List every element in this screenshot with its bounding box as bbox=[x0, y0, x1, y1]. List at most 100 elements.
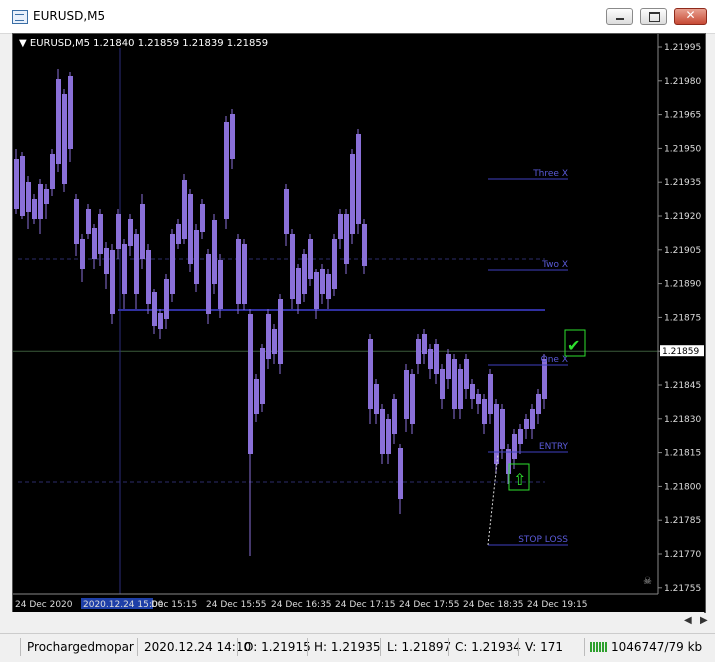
candle-body bbox=[98, 214, 103, 254]
candle-body bbox=[482, 399, 487, 424]
buy-arrow-icon: ⇧ bbox=[513, 470, 526, 489]
candle-body bbox=[62, 94, 67, 184]
scroll-right-icon[interactable]: ▶ bbox=[700, 615, 708, 626]
status-open: O: 1.21915 bbox=[237, 638, 311, 656]
candle-body bbox=[344, 214, 349, 264]
candle-body bbox=[404, 370, 409, 419]
minimize-icon bbox=[616, 18, 624, 20]
candle-body bbox=[284, 189, 289, 234]
status-traffic: 1046747/79 kb bbox=[584, 638, 703, 656]
status-profile: Prochargedmopar bbox=[20, 638, 137, 656]
candle-body bbox=[248, 314, 253, 454]
candle-body bbox=[158, 313, 163, 329]
candle-body bbox=[368, 339, 373, 409]
price-tick-label: 1.21980 bbox=[664, 77, 701, 87]
candle-body bbox=[380, 409, 385, 454]
status-traffic-text: 1046747/79 kb bbox=[611, 640, 703, 654]
candle-body bbox=[434, 344, 439, 374]
candle-body bbox=[374, 384, 379, 414]
candle-body bbox=[422, 334, 427, 354]
target-level-label: Two X bbox=[541, 260, 568, 270]
price-tick-label: 1.21830 bbox=[664, 415, 701, 425]
candle-body bbox=[536, 394, 541, 414]
candle-body bbox=[230, 114, 235, 159]
candle-body bbox=[20, 156, 25, 216]
time-tick-label: 24 Dec 16:35 bbox=[271, 600, 332, 610]
candle-body bbox=[242, 244, 247, 304]
candle-body bbox=[476, 394, 481, 404]
status-high: H: 1.21935 bbox=[307, 638, 381, 656]
candle-body bbox=[356, 134, 361, 224]
candle-body bbox=[14, 159, 19, 209]
candle-body bbox=[290, 234, 295, 299]
price-tick-label: 1.21785 bbox=[664, 516, 701, 526]
price-tick-label: 1.21845 bbox=[664, 381, 701, 391]
candle-body bbox=[164, 279, 169, 319]
close-button[interactable]: ✕ bbox=[674, 8, 707, 25]
candle-body bbox=[470, 384, 475, 399]
status-bar: Prochargedmopar 2020.12.24 14:10 O: 1.21… bbox=[0, 633, 715, 662]
candle-body bbox=[44, 189, 49, 204]
candle-body bbox=[278, 299, 283, 364]
candle-body bbox=[170, 234, 175, 294]
scroll-left-icon[interactable]: ◀ bbox=[684, 615, 692, 626]
price-tick-label: 1.21770 bbox=[664, 550, 701, 560]
candle-body bbox=[272, 329, 277, 354]
candle-body bbox=[332, 239, 337, 289]
candle-body bbox=[320, 269, 325, 294]
candle-body bbox=[134, 234, 139, 294]
candle-body bbox=[212, 220, 217, 284]
candle-body bbox=[512, 434, 517, 459]
candle-body bbox=[326, 274, 331, 299]
candle-body bbox=[110, 250, 115, 314]
status-low: L: 1.21897 bbox=[380, 638, 451, 656]
candle-body bbox=[74, 199, 79, 244]
candle-body bbox=[260, 348, 265, 404]
maximize-button[interactable] bbox=[640, 8, 667, 25]
candle-body bbox=[446, 354, 451, 379]
price-chart[interactable]: Three X Two X One X ENTRY STOP LOSS ⇧ ✔ ☠ 1.21… bbox=[13, 34, 705, 612]
target-level-label: Three X bbox=[532, 169, 568, 179]
price-tick-label: 1.21815 bbox=[664, 449, 701, 459]
candle-body bbox=[128, 219, 133, 246]
maximize-icon bbox=[649, 12, 660, 22]
candle-body bbox=[26, 182, 31, 212]
candle-body bbox=[206, 254, 211, 314]
close-icon: ✕ bbox=[685, 8, 696, 22]
candle-body bbox=[464, 359, 469, 389]
minimize-button[interactable] bbox=[606, 8, 633, 25]
candle-body bbox=[350, 154, 355, 234]
candle-body bbox=[122, 244, 127, 294]
candle-body bbox=[500, 409, 505, 449]
candle-body bbox=[200, 204, 205, 232]
chart-area[interactable]: Three X Two X One X ENTRY STOP LOSS ⇧ ✔ ☠ 1.21… bbox=[12, 33, 706, 613]
current-price-label: 1.21859 bbox=[662, 347, 699, 357]
candle-body bbox=[236, 239, 241, 304]
price-tick-label: 1.21920 bbox=[664, 212, 701, 222]
candle-body bbox=[218, 260, 223, 309]
candle-body bbox=[86, 209, 91, 234]
candle-body bbox=[254, 379, 259, 414]
horizontal-scrollbar[interactable]: ◀ ▶ bbox=[12, 612, 708, 632]
candle-body bbox=[494, 404, 499, 464]
candle-body bbox=[392, 399, 397, 434]
candle-body bbox=[50, 154, 55, 189]
candle-body bbox=[140, 204, 145, 259]
price-tick-label: 1.21965 bbox=[664, 111, 701, 121]
window-title: EURUSD,M5 bbox=[33, 9, 106, 23]
candle-body bbox=[308, 239, 313, 279]
candle-body bbox=[116, 214, 121, 249]
candle-body bbox=[176, 224, 181, 244]
expert-advisor-icon: ☠ bbox=[643, 576, 652, 587]
connection-status-icon bbox=[590, 642, 608, 652]
candle-body bbox=[410, 374, 415, 424]
candle-body bbox=[224, 122, 229, 219]
price-tick-label: 1.21995 bbox=[664, 43, 701, 53]
time-tick-label: 24 Dec 2020 bbox=[15, 600, 73, 610]
candle-body bbox=[398, 448, 403, 499]
price-tick-label: 1.21905 bbox=[664, 246, 701, 256]
target-level-label: STOP LOSS bbox=[518, 535, 568, 545]
candle-body bbox=[188, 194, 193, 264]
candle-body bbox=[362, 224, 367, 266]
candle-body bbox=[428, 349, 433, 369]
